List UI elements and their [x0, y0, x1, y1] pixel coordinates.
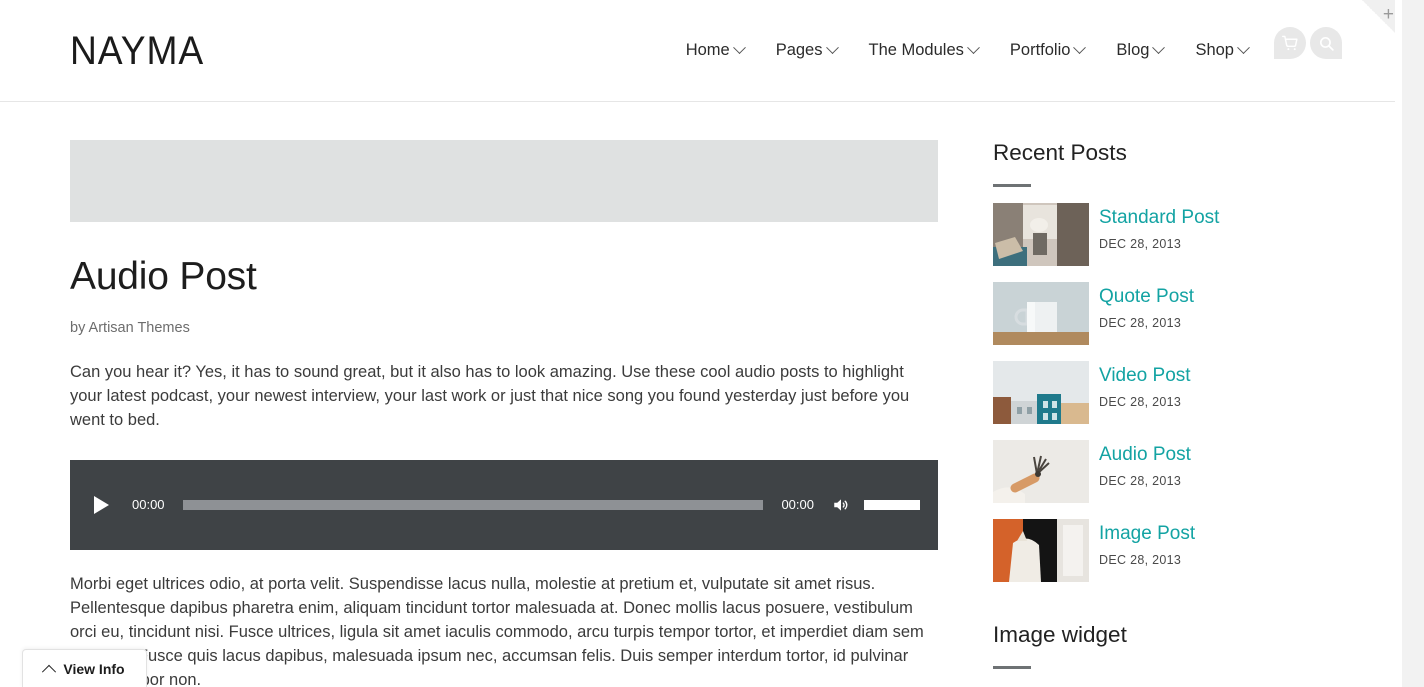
mute-button[interactable] — [830, 494, 852, 516]
chevron-down-icon — [1073, 40, 1087, 54]
nav-label: Portfolio — [1009, 41, 1071, 59]
widget-divider — [993, 184, 1031, 187]
nav-label: Home — [685, 41, 730, 59]
nav-item-pages[interactable]: Pages — [760, 38, 853, 62]
chevron-down-icon — [825, 40, 839, 54]
post-thumbnail — [993, 282, 1089, 345]
thumbnail-image — [993, 282, 1089, 345]
thumbnail-image — [993, 361, 1089, 424]
post-paragraph-1: Can you hear it? Yes, it has to sound gr… — [70, 363, 910, 429]
content-area: Audio Post by Artisan Themes Can you hea… — [0, 102, 1402, 687]
view-info-button[interactable]: View Info — [22, 649, 147, 687]
search-icon — [1319, 36, 1334, 51]
chevron-down-icon — [967, 40, 980, 54]
post-thumbnail — [993, 203, 1089, 266]
nav-item-the-modules[interactable]: The Modules — [853, 38, 994, 62]
recent-post-link[interactable]: Audio Post — [1099, 443, 1191, 467]
nav-label: Shop — [1195, 41, 1234, 59]
list-item[interactable]: Video Post DEC 28, 2013 — [993, 361, 1363, 424]
current-time-label: 00:00 — [132, 497, 165, 512]
sidebar: Recent Posts Standard Post DEC 28, 2013 … — [993, 138, 1363, 685]
recent-post-date: DEC 28, 2013 — [1099, 474, 1182, 488]
post-meta: Quote Post DEC 28, 2013 — [1099, 282, 1194, 331]
nav-label: The Modules — [868, 41, 964, 59]
post-paragraph-2: Morbi eget ultrices odio, at porta velit… — [70, 575, 924, 687]
list-item[interactable]: Audio Post DEC 28, 2013 — [993, 440, 1363, 503]
nav-item-blog[interactable]: Blog — [1100, 38, 1179, 62]
post-thumbnail — [993, 519, 1089, 582]
chevron-up-icon — [42, 664, 57, 679]
recent-post-date: DEC 28, 2013 — [1099, 395, 1182, 409]
plus-icon: + — [1382, 4, 1394, 25]
widget-image: Image widget — [993, 620, 1363, 669]
recent-post-link[interactable]: Video Post — [1099, 364, 1191, 388]
post-meta: Audio Post DEC 28, 2013 — [1099, 440, 1191, 489]
nav-label: Pages — [775, 41, 823, 59]
post-article: Audio Post by Artisan Themes Can you hea… — [70, 140, 938, 687]
widget-recent-posts: Recent Posts Standard Post DEC 28, 2013 … — [993, 138, 1363, 582]
recent-post-link[interactable]: Standard Post — [1099, 206, 1219, 230]
featured-image-placeholder — [70, 140, 938, 222]
thumbnail-image — [993, 519, 1089, 582]
recent-post-link[interactable]: Quote Post — [1099, 285, 1194, 309]
post-meta: Video Post DEC 28, 2013 — [1099, 361, 1191, 410]
widget-title: Recent Posts — [993, 140, 1127, 165]
recent-post-date: DEC 28, 2013 — [1099, 316, 1182, 330]
page-root: NAYMA Home Pages The Modules Portfolio B… — [0, 0, 1424, 687]
volume-slider[interactable] — [864, 500, 920, 510]
nav-label: Blog — [1116, 41, 1150, 59]
widget-title: Image widget — [993, 622, 1127, 647]
header-icon-group — [1274, 27, 1342, 59]
chevron-down-icon — [1237, 40, 1250, 54]
site-logo[interactable]: NAYMA — [70, 29, 204, 73]
list-item[interactable]: Standard Post DEC 28, 2013 — [993, 203, 1363, 266]
speaker-icon — [834, 499, 848, 511]
right-edge-strip — [1402, 0, 1424, 687]
nav-item-home[interactable]: Home — [670, 38, 760, 62]
post-thumbnail — [993, 440, 1089, 503]
nav-item-portfolio[interactable]: Portfolio — [994, 38, 1101, 62]
chevron-down-icon — [1152, 40, 1166, 54]
search-button[interactable] — [1310, 27, 1342, 59]
nav-item-shop[interactable]: Shop — [1179, 38, 1264, 62]
thumbnail-image — [993, 440, 1089, 503]
list-item[interactable]: Image Post DEC 28, 2013 — [993, 519, 1363, 582]
recent-post-link[interactable]: Image Post — [1099, 522, 1195, 546]
cart-icon — [1281, 35, 1298, 50]
play-button[interactable] — [88, 492, 114, 518]
play-icon — [93, 496, 109, 514]
recent-post-date: DEC 28, 2013 — [1099, 553, 1182, 567]
post-thumbnail — [993, 361, 1089, 424]
view-info-label: View Info — [63, 660, 125, 677]
audio-player[interactable]: 00:00 00:00 — [70, 460, 938, 550]
recent-posts-list: Standard Post DEC 28, 2013 Quote Post DE… — [993, 203, 1363, 582]
main-navigation: Home Pages The Modules Portfolio Blog Sh… — [670, 38, 1264, 62]
list-item[interactable]: Quote Post DEC 28, 2013 — [993, 282, 1363, 345]
total-time-label: 00:00 — [781, 497, 814, 512]
recent-post-date: DEC 28, 2013 — [1099, 237, 1182, 251]
chevron-down-icon — [732, 40, 746, 54]
cart-button[interactable] — [1274, 27, 1306, 59]
widget-divider — [993, 666, 1031, 669]
page-title: Audio Post — [70, 255, 257, 298]
site-header: NAYMA Home Pages The Modules Portfolio B… — [0, 0, 1402, 102]
progress-slider[interactable] — [182, 500, 764, 510]
post-meta: Standard Post DEC 28, 2013 — [1099, 203, 1219, 252]
thumbnail-image — [993, 203, 1089, 266]
post-byline: by Artisan Themes — [70, 320, 190, 336]
post-meta: Image Post DEC 28, 2013 — [1099, 519, 1195, 568]
